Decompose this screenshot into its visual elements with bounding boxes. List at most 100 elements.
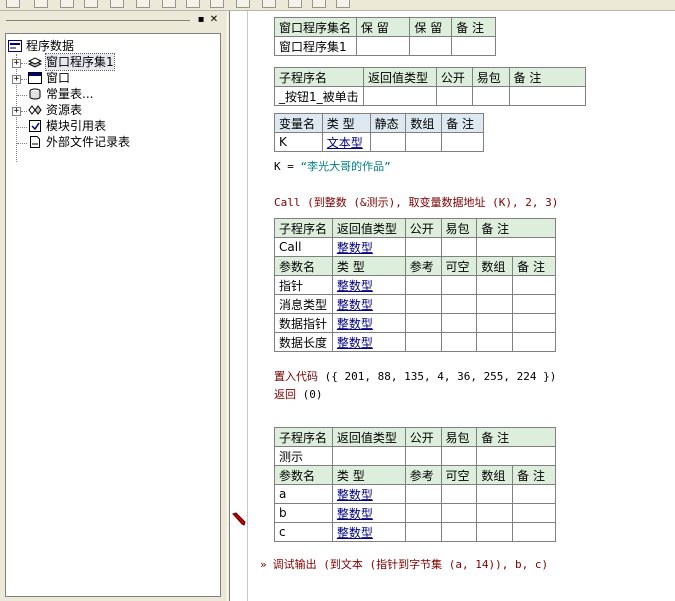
table-cell[interactable] (476, 275, 514, 295)
type-link[interactable]: 文本型 (327, 136, 363, 150)
toolbar-button-icon[interactable] (186, 0, 200, 8)
table-cell[interactable] (440, 332, 478, 352)
table-cell[interactable] (440, 484, 478, 504)
table-cell[interactable] (404, 237, 442, 257)
param-name[interactable]: c (274, 522, 333, 542)
table-cell[interactable] (369, 132, 407, 152)
table-cell[interactable] (476, 522, 514, 542)
table-cell[interactable]: _按钮1_被单击 (274, 86, 364, 106)
pane-grip[interactable] (6, 20, 190, 21)
table-cell[interactable] (476, 237, 556, 257)
toolbar-button-icon[interactable] (312, 0, 326, 8)
table-cell[interactable] (441, 132, 484, 152)
table-cell[interactable]: 整数型 (331, 294, 406, 314)
table-cell[interactable] (404, 522, 442, 542)
table-cell[interactable] (440, 446, 478, 466)
table-cell[interactable] (405, 132, 443, 152)
table-cell[interactable] (512, 294, 556, 314)
table-cell[interactable] (355, 36, 411, 56)
table-cell[interactable] (435, 86, 473, 106)
table-cell[interactable] (476, 332, 514, 352)
table-cell[interactable] (476, 446, 556, 466)
table-cell[interactable]: 整数型 (331, 275, 406, 295)
table-cell[interactable] (440, 237, 478, 257)
table-cell[interactable] (409, 36, 453, 56)
table-cell[interactable]: 测示 (274, 446, 333, 466)
table-cell[interactable] (512, 503, 556, 523)
table-cell[interactable] (440, 294, 478, 314)
table-cell[interactable]: 整数型 (331, 484, 406, 504)
table-cell[interactable] (440, 275, 478, 295)
table-cell[interactable] (508, 86, 587, 106)
code-line[interactable]: 返回 (0) (274, 386, 323, 402)
param-name[interactable]: 数据指针 (274, 313, 333, 333)
toolbar-button-icon[interactable] (288, 0, 302, 8)
table-cell[interactable]: 整数型 (331, 503, 406, 523)
code-line[interactable]: » 调试输出 (到文本 (指针到字节集 (a, 14)), b, c) (260, 556, 548, 572)
toolbar-button-icon[interactable] (34, 0, 48, 8)
table-cell[interactable] (476, 294, 514, 314)
table-cell[interactable]: 整数型 (331, 522, 406, 542)
table-cell[interactable] (404, 294, 442, 314)
type-link[interactable]: 整数型 (337, 526, 373, 540)
expand-icon[interactable]: + (12, 75, 21, 84)
toolbar-button-icon[interactable] (60, 0, 74, 8)
code-line[interactable]: K = “李光大哥的作品” (274, 158, 391, 174)
table-cell[interactable]: Call (274, 237, 333, 257)
type-link[interactable]: 整数型 (337, 336, 373, 350)
expand-icon[interactable]: + (12, 59, 21, 68)
code-line[interactable]: 置入代码 ({ 201, 88, 135, 4, 36, 255, 224 }) (274, 368, 556, 384)
param-name[interactable]: a (274, 484, 333, 504)
code-line[interactable]: Call (到整数 (&测示), 取变量数据地址 (K), 2, 3) (274, 194, 558, 210)
table-cell[interactable] (512, 275, 556, 295)
table-cell[interactable]: 整数型 (331, 237, 406, 257)
toolbar-button-icon[interactable] (136, 0, 150, 8)
table-cell[interactable] (471, 86, 510, 106)
toolbar-button-icon[interactable] (336, 0, 350, 8)
type-link[interactable]: 整数型 (337, 507, 373, 521)
table-cell[interactable] (404, 503, 442, 523)
expand-icon[interactable]: + (12, 107, 21, 116)
table-cell[interactable]: K (274, 132, 323, 152)
type-link[interactable]: 整数型 (337, 488, 373, 502)
table-cell[interactable] (512, 313, 556, 333)
table-cell[interactable] (440, 503, 478, 523)
param-name[interactable]: b (274, 503, 333, 523)
close-icon[interactable]: ✕ (209, 15, 219, 25)
table-cell[interactable] (362, 86, 437, 106)
table-cell[interactable] (476, 484, 514, 504)
table-cell[interactable] (451, 36, 496, 56)
pin-icon[interactable]: ▪ (196, 15, 206, 25)
toolbar-button-icon[interactable] (110, 0, 124, 8)
table-cell[interactable] (512, 332, 556, 352)
param-name[interactable]: 指针 (274, 275, 333, 295)
table-cell[interactable]: 文本型 (321, 132, 371, 152)
table-cell[interactable] (404, 275, 442, 295)
table-cell[interactable] (404, 446, 442, 466)
table-cell[interactable]: 整数型 (331, 332, 406, 352)
type-link[interactable]: 整数型 (337, 317, 373, 331)
code-editor[interactable]: 窗口程序集名 保 留 保 留 备 注 窗口程序集1 子程序名 返回值类型 公开 … (248, 11, 675, 601)
type-link[interactable]: 整数型 (337, 298, 373, 312)
table-cell[interactable] (476, 503, 514, 523)
table-cell[interactable] (440, 522, 478, 542)
table-cell[interactable] (440, 313, 478, 333)
table-cell[interactable] (404, 332, 442, 352)
table-cell[interactable] (404, 484, 442, 504)
toolbar-button-icon[interactable] (6, 0, 20, 8)
toolbar-button-icon[interactable] (236, 0, 250, 8)
toolbar-button-icon[interactable] (262, 0, 276, 8)
table-cell[interactable]: 整数型 (331, 313, 406, 333)
type-link[interactable]: 整数型 (337, 241, 373, 255)
table-cell[interactable] (512, 484, 556, 504)
toolbar-button-icon[interactable] (210, 0, 224, 8)
toolbar-button-icon[interactable] (162, 0, 176, 8)
table-cell[interactable] (404, 313, 442, 333)
param-name[interactable]: 数据长度 (274, 332, 333, 352)
param-name[interactable]: 消息类型 (274, 294, 333, 314)
table-cell[interactable] (512, 522, 556, 542)
type-link[interactable]: 整数型 (337, 279, 373, 293)
toolbar-button-icon[interactable] (84, 0, 98, 8)
table-cell[interactable] (476, 313, 514, 333)
table-cell[interactable]: 窗口程序集1 (274, 36, 357, 56)
